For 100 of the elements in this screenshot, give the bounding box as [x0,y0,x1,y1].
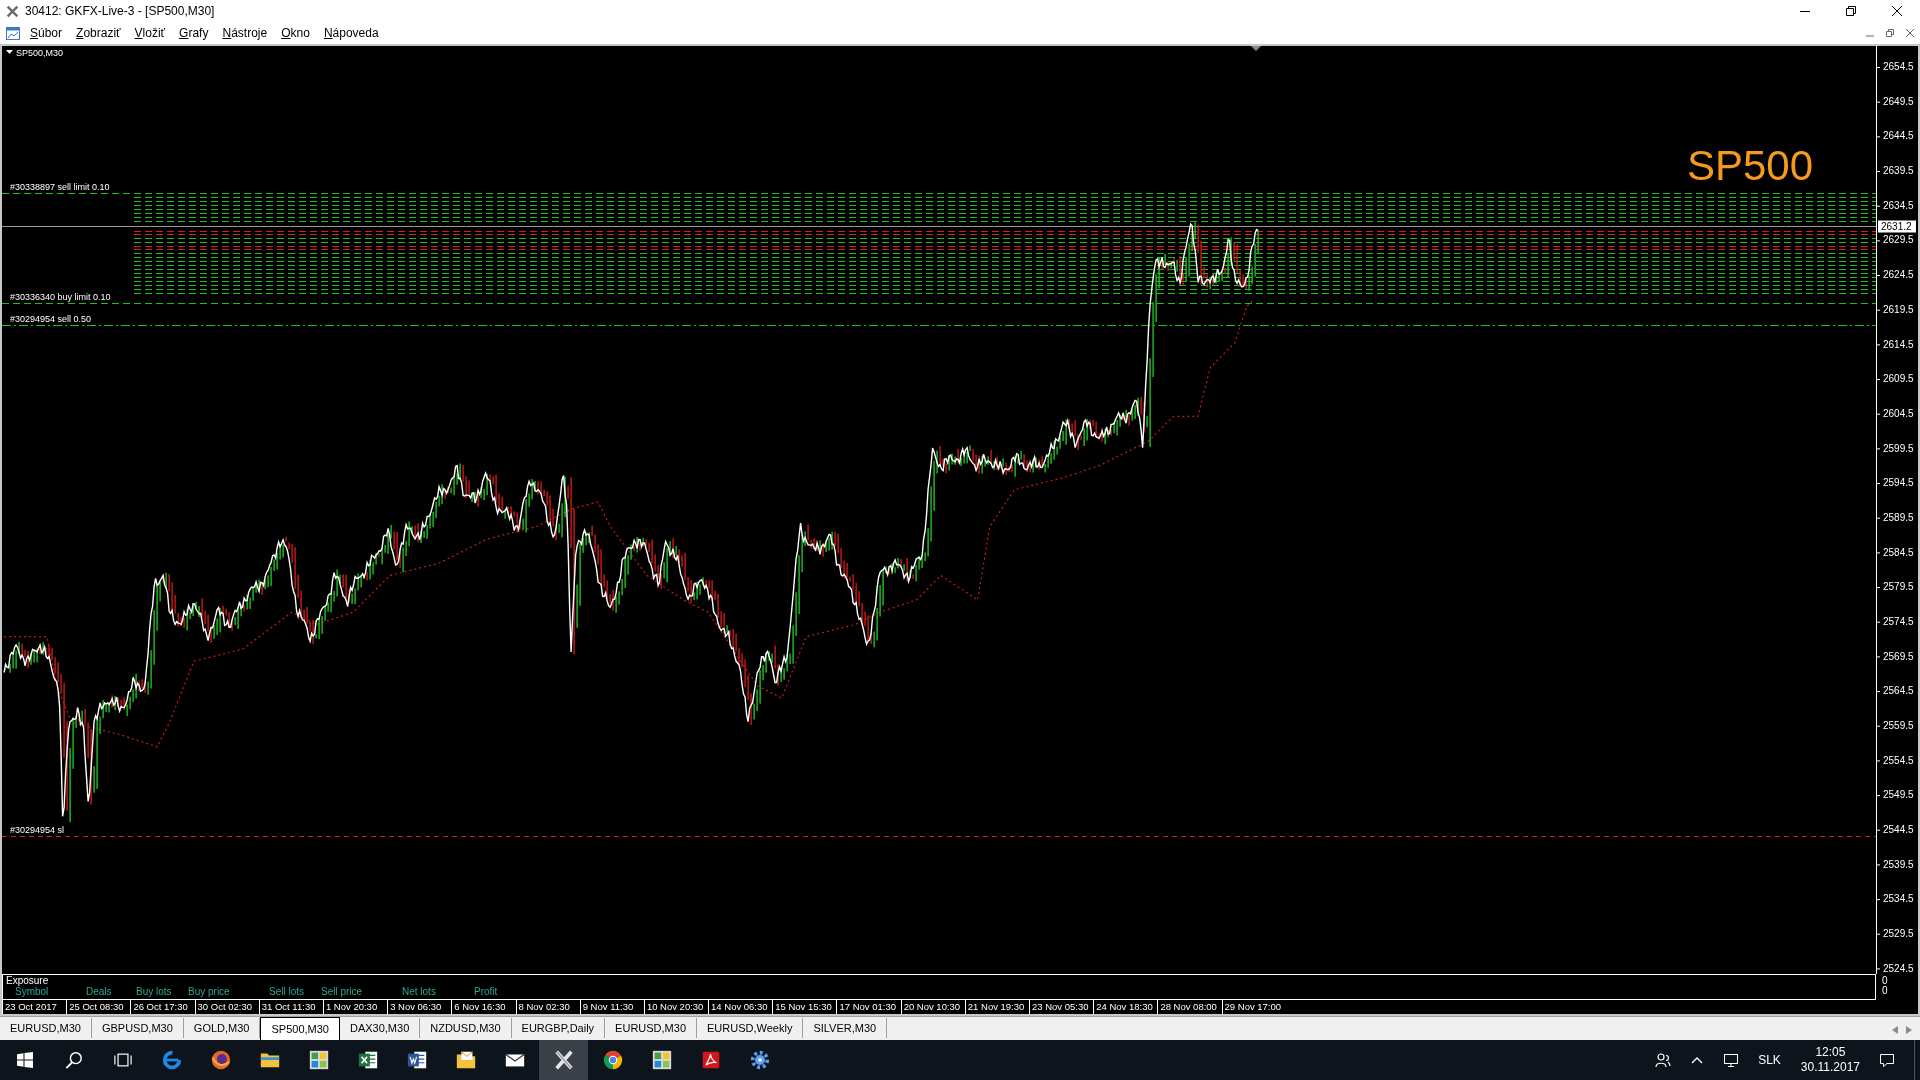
caret-icon[interactable] [6,50,13,54]
time-label: 31 Oct 11:30 [258,1000,323,1014]
column-header: Symbol [15,986,49,998]
time-label: 28 Nov 08:00 [1157,1000,1222,1014]
time-label: 3 Nov 06:30 [387,1000,452,1014]
chart-tab[interactable]: EURUSD,M30 [605,1018,697,1038]
price-label: 2569.5 [1883,650,1914,662]
column-header: Profit [474,986,498,998]
search-icon [64,1051,83,1069]
chart-tab[interactable]: DAX30,M30 [339,1018,421,1038]
price-label: 2534.5 [1883,893,1914,905]
scale-label: 0 [1882,986,1888,996]
chart-tab[interactable]: NZDUSD,M30 [420,1018,512,1038]
network-icon[interactable] [1723,1052,1740,1068]
menu-item[interactable]: Súbor [23,24,70,42]
taskbar-button[interactable] [539,1040,588,1080]
price-label: 2644.5 [1883,130,1914,142]
price-label: 2609.5 [1883,373,1914,385]
spreadsheet-icon [356,1049,379,1071]
price-label: 2629.5 [1883,234,1914,246]
menu-item[interactable]: Grafy [172,24,216,42]
time-label: 15 Nov 15:30 [772,1000,837,1014]
time-label: 20 Nov 10:30 [900,1000,965,1014]
gear-icon [748,1049,771,1071]
menu-item[interactable]: Zobraziť [69,24,128,42]
language-indicator[interactable]: SLK [1758,1053,1781,1067]
menu-item[interactable]: Okno [274,24,317,42]
price-label: 2619.5 [1883,303,1914,315]
menu-item[interactable]: Vložiť [127,24,173,42]
time-label: 6 Nov 16:30 [451,1000,516,1014]
window-title: 30412: GKFX-Live-3 - [SP500,M30] [25,4,215,18]
globe-icon [209,1049,232,1071]
shift-marker-icon[interactable] [1251,46,1261,51]
price-label: 2634.5 [1883,199,1914,211]
chart-tab[interactable]: EURGBP,Daily [511,1018,606,1038]
price-label: 2524.5 [1883,962,1914,974]
scroll-right-icon[interactable] [1906,1026,1912,1034]
chart-tab[interactable]: EURUSD,M30 [0,1018,92,1038]
time-label: 8 Nov 02:30 [515,1000,580,1014]
price-label: 2579.5 [1883,581,1914,593]
price-label: 2544.5 [1883,823,1914,835]
tile-grid-icon [650,1049,673,1071]
segmented-circle-icon [601,1049,624,1071]
price-label: 2574.5 [1883,615,1914,627]
time-label: 1 Nov 20:30 [322,1000,388,1014]
cross-logo-icon [6,4,19,18]
time-label: 26 Oct 17:30 [130,1000,195,1014]
chart-tab[interactable]: SP500,M30 [260,1017,340,1040]
order-label: #30336340 buy limit 0.10 [10,292,111,302]
time-label: 23 Nov 05:30 [1029,1000,1094,1014]
people-icon[interactable] [1655,1052,1672,1068]
price-label: 2624.5 [1883,269,1914,281]
notification-icon[interactable] [1879,1052,1895,1068]
price-label: 2584.5 [1883,546,1914,558]
chart-tab[interactable]: EURUSD,Weekly [697,1018,804,1038]
price-label: 2654.5 [1883,61,1914,73]
scale-label: 0 [1882,976,1888,986]
time-label: 30 Oct 02:30 [194,1000,259,1014]
price-label: 2639.5 [1883,165,1914,177]
price-label: 2559.5 [1883,719,1914,731]
price-label: 2549.5 [1883,789,1914,801]
price-label: 2539.5 [1883,858,1914,870]
mail-folder-icon [454,1049,477,1071]
time-label: 24 Nov 18:30 [1093,1000,1158,1014]
order-label: #30294954 sell 0.50 [10,314,92,324]
column-header: Buy price [188,986,230,998]
chart-window-icon[interactable] [6,26,20,40]
exposure-title: Exposure [6,975,49,986]
chart-title: SP500,M30 [16,48,64,58]
chart-tab[interactable]: GBPUSD,M30 [91,1018,184,1038]
clock-time[interactable]: 12:05 [1815,1045,1846,1060]
price-label: 2529.5 [1883,927,1914,939]
price-label: 2614.5 [1883,338,1914,350]
time-label: 10 Nov 20:30 [643,1000,709,1014]
column-header: Buy lots [136,986,172,998]
price-label: 2564.5 [1883,685,1914,697]
start-icon [16,1052,33,1068]
symbol-label: SP500 [1686,142,1813,189]
scroll-left-icon[interactable] [1892,1026,1898,1034]
document-icon [405,1049,428,1071]
restore-icon [1846,6,1856,16]
order-label: #30338897 sell limit 0.10 [10,182,110,192]
menu-item[interactable]: Nástroje [215,24,275,42]
time-label: 23 Oct 2017 [2,1000,67,1014]
column-header: Sell price [321,986,363,998]
tile-grid-icon [307,1049,330,1071]
close-icon [1906,29,1914,37]
price-label: 2594.5 [1883,477,1914,489]
order-label: #30294954 sl [10,825,65,835]
price-label: 2649.5 [1883,95,1914,107]
task-view-icon [113,1051,132,1069]
price-label: 2589.5 [1883,511,1914,523]
menu-item[interactable]: Nápoveda [316,24,386,42]
ring-logo-icon [160,1049,183,1071]
time-label: 21 Nov 19:30 [964,1000,1029,1014]
clock-date[interactable]: 30.11.2017 [1800,1060,1860,1075]
time-label: 25 Oct 08:30 [66,1000,131,1014]
time-label: 14 Nov 06:30 [708,1000,773,1014]
time-label: 29 Nov 17:00 [1221,1000,1286,1014]
chart-tab[interactable]: SILVER,M30 [803,1018,888,1038]
